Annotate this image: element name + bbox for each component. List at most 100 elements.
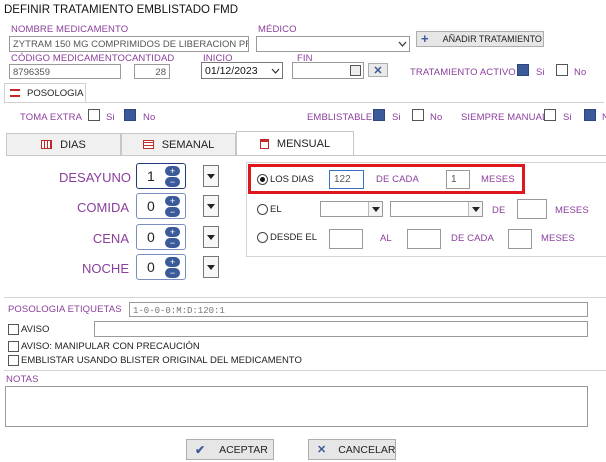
tratamiento-activo-si-label: Si (536, 67, 545, 78)
add-treatment-button[interactable]: + AÑADIR TRATAMIENTO (416, 31, 544, 47)
tratamiento-activo-si-checkbox[interactable] (517, 64, 529, 76)
medico-select[interactable] (256, 36, 410, 52)
los-dias-input[interactable]: 122 (329, 170, 364, 189)
calendar-icon[interactable] (350, 65, 361, 76)
tab-mensual-label: MENSUAL (276, 137, 331, 150)
el-de-input[interactable] (517, 199, 547, 219)
desde-el-label: DESDE EL (270, 232, 317, 243)
chevron-down-icon (207, 264, 215, 270)
section-divider (4, 102, 604, 103)
decrement-icon[interactable]: − (165, 177, 180, 187)
medico-label: MÉDICO (258, 24, 297, 35)
desde-el-input[interactable] (329, 229, 363, 249)
aviso-manipular-label: AVISO: MANIPULAR CON PRECAUCIÓN (21, 341, 200, 352)
siempre-manual-label: SIEMPRE MANUAL (461, 112, 548, 123)
desde-el-radio[interactable] (257, 232, 268, 243)
decrement-icon[interactable]: − (165, 268, 180, 278)
emblistable-label: EMBLISTABLE (307, 112, 373, 123)
calendar-week-icon (142, 140, 154, 149)
increment-icon[interactable]: + (165, 227, 180, 237)
toma-extra-si-checkbox[interactable] (88, 109, 100, 121)
desayuno-value: 1 (147, 168, 155, 184)
tab-mensual[interactable]: MENSUAL (236, 131, 354, 155)
toma-extra-no-label: No (143, 112, 156, 123)
cena-dropdown[interactable] (203, 226, 219, 248)
toma-extra-si-label: Si (106, 112, 115, 123)
el-dia-select[interactable] (320, 201, 383, 217)
toma-extra-label: TOMA EXTRA (20, 112, 83, 123)
aviso-checkbox[interactable] (8, 324, 19, 335)
aviso-manipular-checkbox[interactable] (8, 341, 19, 352)
noche-dropdown[interactable] (203, 256, 219, 278)
decrement-icon[interactable]: − (165, 238, 180, 248)
fin-date-field[interactable] (292, 62, 364, 79)
codigo-field[interactable]: 8796359 (9, 64, 121, 79)
emblistar-original-label: EMBLISTAR USANDO BLISTER ORIGINAL DEL ME… (21, 355, 302, 366)
el-mes-select[interactable] (390, 201, 483, 217)
accept-label: ACEPTAR (219, 443, 268, 456)
tratamiento-activo-no-checkbox[interactable] (556, 64, 568, 76)
los-dias-radio[interactable] (257, 174, 268, 185)
increment-icon[interactable]: + (165, 166, 180, 176)
close-icon: ✕ (317, 444, 327, 456)
comida-value: 0 (147, 198, 155, 214)
desayuno-dropdown[interactable] (203, 165, 219, 187)
cena-spinbox[interactable]: 0 + − (136, 224, 186, 250)
los-dias-de-cada-label: DE CADA (376, 174, 419, 185)
chevron-down-icon (207, 173, 215, 179)
aviso-field[interactable] (94, 321, 588, 337)
meal-label-comida: COMIDA (77, 200, 129, 215)
decrement-icon[interactable]: − (165, 207, 180, 217)
window-title: DEFINIR TRATAMIENTO EMBLISTADO FMD (4, 4, 239, 16)
emblistable-no-label: No (430, 112, 443, 123)
tab-semanal-label: SEMANAL (161, 138, 215, 151)
medicamento-label: NOMBRE MEDICAMENTO (11, 24, 129, 35)
tab-semanal[interactable]: SEMANAL (121, 133, 236, 155)
etiquetas-label: POSOLOGIA ETIQUETAS (8, 304, 122, 315)
emblistar-original-checkbox[interactable] (8, 355, 19, 366)
desde-el-al-label: AL (380, 233, 392, 244)
emblistable-si-checkbox[interactable] (373, 109, 385, 121)
el-radio[interactable] (257, 204, 268, 215)
chevron-down-icon[interactable] (268, 63, 282, 78)
desde-el-cada-input[interactable] (508, 229, 532, 249)
notas-textarea[interactable] (5, 386, 588, 427)
increment-icon[interactable]: + (165, 257, 180, 267)
emblistable-si-label: Si (392, 112, 401, 123)
calendar-grid-icon (41, 140, 53, 149)
emblistable-no-checkbox[interactable] (412, 109, 424, 121)
accept-button[interactable]: ✔ ACEPTAR (186, 439, 274, 460)
siempre-manual-si-checkbox[interactable] (544, 109, 556, 121)
chevron-down-icon (468, 202, 482, 216)
posologia-tab-label: POSOLOGIA (27, 88, 84, 99)
inicio-date-field[interactable]: 01/12/2023 (201, 62, 283, 79)
desayuno-spinbox[interactable]: 1 + − (136, 163, 186, 189)
comida-spinbox[interactable]: 0 + − (136, 193, 186, 219)
siempre-manual-no-checkbox[interactable] (584, 109, 596, 121)
close-icon: ✕ (373, 64, 383, 77)
chevron-down-icon (395, 37, 409, 51)
tratamiento-activo-label: TRATAMIENTO ACTIVO (410, 67, 516, 78)
noche-spinbox[interactable]: 0 + − (136, 254, 186, 280)
cancel-button[interactable]: ✕ CANCELAR (308, 439, 396, 460)
los-dias-cada-input[interactable]: 1 (446, 170, 470, 189)
desde-el-al-input[interactable] (407, 229, 441, 249)
etiquetas-divider (4, 297, 606, 298)
medicamento-field[interactable]: ZYTRAM 150 MG COMPRIMIDOS DE LIBERACION … (9, 36, 249, 52)
cantidad-field[interactable]: 28 (134, 64, 170, 79)
posologia-tab[interactable]: POSOLOGIA (4, 83, 86, 102)
meal-label-cena: CENA (92, 231, 129, 246)
toma-extra-no-checkbox[interactable] (124, 109, 136, 121)
plus-icon: + (421, 31, 429, 46)
tab-dias[interactable]: DIAS (6, 133, 121, 155)
chevron-down-icon (207, 203, 215, 209)
etiquetas-field[interactable]: 1-0-0-0:M:D:120:1 (129, 302, 588, 317)
comida-dropdown[interactable] (203, 195, 219, 217)
tratamiento-activo-no-label: No (574, 67, 587, 78)
check-icon: ✔ (195, 442, 206, 457)
el-meses-label: MESES (555, 205, 589, 216)
increment-icon[interactable]: + (165, 196, 180, 206)
noche-value: 0 (147, 259, 155, 275)
meal-label-desayuno: DESAYUNO (59, 170, 131, 185)
clear-fin-button[interactable]: ✕ (368, 63, 388, 77)
